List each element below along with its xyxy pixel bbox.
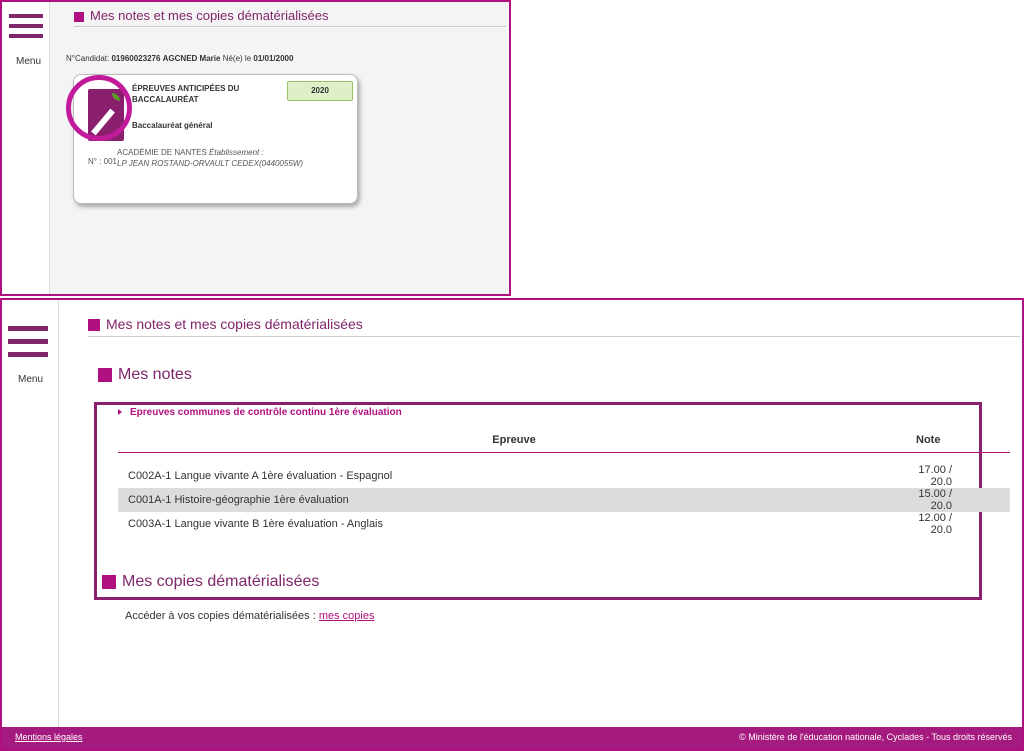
exam-track: Baccalauréat général [132, 121, 213, 130]
legal-notice-link[interactable]: Mentions légales [15, 732, 83, 742]
page-title-text: Mes notes et mes copies dématérialisées [106, 316, 363, 332]
section-label: Epreuves communes de contrôle continu 1è… [130, 407, 402, 418]
note-cell: 17.00 / 20.0 [918, 464, 952, 488]
column-header-note: Note [910, 428, 1010, 453]
grades-table: Epreuve Note C002A-1 Langue vivante A 1è… [118, 428, 1010, 536]
caret-right-icon [118, 409, 122, 416]
arrow-down-right-icon [102, 574, 116, 589]
candidate-name: AGCNED Marie [162, 54, 221, 63]
epreuve-cell: C003A-1 Langue vivante B 1ère évaluation… [128, 518, 384, 530]
exam-title: ÉPREUVES ANTICIPÉES DU BACCALAURÉAT [132, 84, 240, 104]
table-row: C003A-1 Langue vivante B 1ère évaluation… [118, 512, 1010, 536]
highlight-circle [66, 75, 132, 141]
copyright-text: © Ministère de l'éducation nationale, Cy… [739, 732, 1012, 742]
epreuve-cell: C001A-1 Histoire-géographie 1ère évaluat… [118, 488, 910, 512]
card-number: N° : 001 [88, 157, 117, 166]
copies-heading: Mes copies dématérialisées [102, 573, 319, 591]
copies-heading-text: Mes copies dématérialisées [122, 573, 320, 590]
epreuve-cell: C002A-1 Langue vivante A 1ère évaluation… [128, 470, 393, 482]
candidate-number: 01960023276 [111, 54, 161, 63]
establishment-name: LP JEAN ROSTAND-ORVAULT CEDEX(0440055W) [117, 159, 303, 168]
menu-label: Menu [18, 374, 44, 385]
page-title: Mes notes et mes copies dématérialisées [88, 316, 1020, 337]
arrow-down-right-icon [74, 11, 84, 22]
page-title: Mes notes et mes copies dématérialisées [74, 8, 506, 27]
academy: ACADÉMIE DE NANTES [117, 148, 207, 157]
top-screenshot-panel: Menu Mes notes et mes copies dématériali… [0, 0, 511, 296]
establishment-info: ACADÉMIE DE NANTES Établissement : LP JE… [117, 147, 303, 169]
hamburger-menu-icon[interactable] [9, 14, 43, 38]
notes-heading: Mes notes [98, 366, 192, 384]
establishment-label: Établissement : [209, 148, 264, 157]
notes-heading-text: Mes notes [118, 366, 192, 383]
footer: Mentions légales © Ministère de l'éducat… [2, 727, 1022, 749]
birth-date: 01/01/2000 [253, 54, 294, 63]
birth-label: Né(e) le [222, 54, 252, 63]
note-cell: 15.00 / 20.0 [910, 488, 1010, 512]
bottom-screenshot-panel: Menu Mes notes et mes copies dématériali… [0, 298, 1024, 751]
year-badge: 2020 [287, 81, 353, 101]
arrow-down-right-icon [88, 319, 100, 332]
table-row: C002A-1 Langue vivante A 1ère évaluation… [118, 464, 1010, 488]
copies-access: Accéder à vos copies dématérialisées : m… [125, 610, 374, 622]
column-header-epreuve: Epreuve [118, 428, 910, 453]
arrow-down-right-icon [98, 367, 112, 382]
copies-access-text: Accéder à vos copies dématérialisées : [125, 610, 316, 622]
my-copies-link[interactable]: mes copies [319, 610, 375, 622]
menu-label: Menu [16, 56, 42, 67]
section-toggle[interactable]: Epreuves communes de contrôle continu 1è… [118, 407, 402, 418]
table-row: C001A-1 Histoire-géographie 1ère évaluat… [118, 488, 1010, 512]
sidebar: Menu [2, 300, 59, 749]
candidate-info: N°Candidat: 01960023276 AGCNED Marie Né(… [66, 54, 293, 63]
candidate-number-label: N°Candidat: [66, 54, 110, 63]
hamburger-menu-icon[interactable] [8, 326, 48, 357]
note-cell: 12.00 / 20.0 [918, 512, 952, 536]
sidebar: Menu [2, 2, 50, 294]
page-title-text: Mes notes et mes copies dématérialisées [90, 8, 329, 23]
exam-card[interactable]: 2020 ÉPREUVES ANTICIPÉES DU BACCALAURÉAT… [66, 74, 358, 204]
